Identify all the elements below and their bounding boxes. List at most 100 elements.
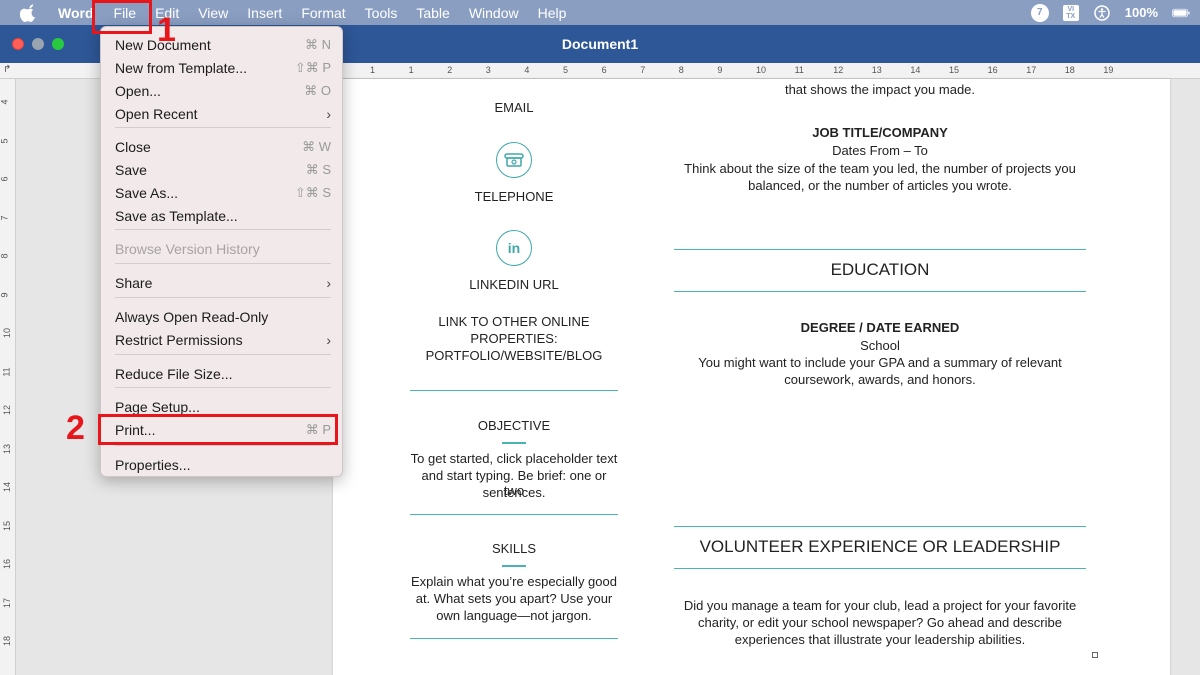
ruler-number: 6 [601, 65, 607, 75]
vruler-number: 18 [2, 635, 13, 647]
job-dates[interactable]: Dates From – To [674, 143, 1086, 158]
other-links-line3[interactable]: PORTFOLIO/WEBSITE/BLOG [410, 348, 618, 363]
file-menu-dropdown: New Document ⌘ N New from Template... ⇧⌘ P O… [100, 26, 343, 477]
experience-text-tail[interactable]: that shows the impact you made. [674, 82, 1086, 97]
menu-item-label: Close [115, 139, 151, 155]
ruler-number: 19 [1103, 65, 1114, 75]
menu-separator [115, 229, 331, 230]
divider [410, 390, 618, 391]
menu-help[interactable]: Help [538, 5, 567, 21]
menu-item-open[interactable]: Open... ⌘ O [115, 81, 331, 101]
volunteer-heading[interactable]: VOLUNTEER EXPERIENCE OR LEADERSHIP [674, 537, 1086, 557]
school-name[interactable]: School [674, 338, 1086, 353]
battery-percentage[interactable]: 100% [1125, 5, 1158, 20]
vruler-number: 11 [1, 366, 12, 377]
annotation-step-1: 1 [157, 11, 176, 49]
job-description-line2[interactable]: balanced, or the number of articles you … [674, 178, 1086, 193]
close-window-button[interactable] [12, 38, 24, 50]
menu-item-label: New from Template... [115, 60, 248, 76]
tab-stop-icon[interactable]: ↱ [3, 64, 11, 75]
submenu-chevron-icon: › [326, 275, 331, 291]
notification-badge-icon[interactable]: 7 [1030, 3, 1049, 22]
education-description-line1[interactable]: You might want to include your GPA and a… [674, 355, 1086, 370]
email-label[interactable]: EMAIL [410, 100, 618, 115]
other-links-line2[interactable]: PROPERTIES: [410, 331, 618, 346]
education-heading[interactable]: EDUCATION [674, 260, 1086, 280]
menu-item-label: Page Setup... [115, 399, 200, 415]
menu-item-label: Share [115, 275, 153, 291]
skills-heading[interactable]: SKILLS [410, 541, 618, 556]
app-name-menu[interactable]: Word [58, 5, 94, 21]
maximize-window-button[interactable] [52, 38, 64, 50]
vertical-ruler[interactable]: 4 5 6 7 8 9 10 11 12 13 14 15 16 17 18 [0, 79, 16, 675]
battery-icon[interactable] [1172, 4, 1190, 22]
volunteer-description-line3[interactable]: experiences that illustrate your leaders… [674, 632, 1086, 647]
menu-separator [115, 297, 331, 298]
ruler-number: 2 [447, 65, 453, 75]
menu-item-shortcut: ⌘ W [302, 139, 331, 154]
menu-item-close[interactable]: Close ⌘ W [115, 137, 331, 157]
volunteer-description-line2[interactable]: charity, or edit your school newspaper? … [674, 615, 1086, 630]
annotation-step-2: 2 [66, 409, 85, 447]
divider [410, 638, 618, 639]
vruler-number: 8 [0, 253, 10, 259]
text-anchor-handle[interactable] [1092, 652, 1098, 658]
menu-item-new-document[interactable]: New Document ⌘ N [115, 35, 331, 55]
vruler-number: 4 [0, 99, 10, 105]
vruler-number: 17 [2, 597, 13, 608]
menu-window[interactable]: Window [469, 5, 519, 21]
skills-text-line1[interactable]: Explain what you’re especially good [410, 574, 618, 589]
objective-heading[interactable]: OBJECTIVE [410, 418, 618, 433]
menu-item-browse-version-history: Browse Version History [115, 239, 331, 259]
menu-insert[interactable]: Insert [247, 5, 282, 21]
menu-format[interactable]: Format [301, 5, 345, 21]
degree-title[interactable]: DEGREE / DATE EARNED [674, 320, 1086, 335]
menu-item-save-as[interactable]: Save As... ⇧⌘ S [115, 183, 331, 203]
objective-text-line1[interactable]: To get started, click placeholder text [410, 451, 618, 466]
vruler-number: 15 [2, 520, 13, 531]
ruler-number: 8 [678, 65, 684, 75]
skills-text-line3[interactable]: own language—not jargon. [410, 608, 618, 623]
menu-item-reduce-file-size[interactable]: Reduce File Size... [115, 364, 331, 384]
menu-item-share[interactable]: Share › [115, 273, 331, 293]
other-links-line1[interactable]: LINK TO OTHER ONLINE [410, 314, 618, 329]
status-area: 7 VI TX 100% [1030, 0, 1190, 25]
menu-item-label: Properties... [115, 457, 191, 473]
menu-item-always-open-read-only[interactable]: Always Open Read-Only [115, 307, 331, 327]
ruler-number: 5 [563, 65, 569, 75]
menu-item-label: Save as Template... [115, 208, 238, 224]
menu-item-new-from-template[interactable]: New from Template... ⇧⌘ P [115, 58, 331, 78]
menu-item-shortcut: ⌘ O [304, 83, 331, 98]
menu-item-shortcut: ⇧⌘ S [294, 185, 331, 200]
minimize-window-button[interactable] [32, 38, 44, 50]
ruler-number: 16 [987, 65, 998, 75]
skills-text-line2[interactable]: at. What sets you apart? Use your [410, 591, 618, 606]
menu-tools[interactable]: Tools [365, 5, 398, 21]
menu-table[interactable]: Table [416, 5, 449, 21]
input-source-icon[interactable]: VI TX [1062, 4, 1079, 21]
linkedin-label[interactable]: LINKEDIN URL [410, 277, 618, 292]
menu-view[interactable]: View [198, 5, 228, 21]
menu-item-label: Open... [115, 83, 161, 99]
menu-item-save-as-template[interactable]: Save as Template... [115, 206, 331, 226]
education-description-line2[interactable]: coursework, awards, and honors. [674, 372, 1086, 387]
menu-item-label: Save As... [115, 185, 179, 201]
volunteer-description-line1[interactable]: Did you manage a team for your club, lea… [674, 598, 1086, 613]
menu-item-restrict-permissions[interactable]: Restrict Permissions › [115, 330, 331, 350]
vruler-number: 5 [0, 137, 10, 144]
objective-text-line3[interactable]: sentences. [410, 485, 618, 500]
ruler-number: 1 [370, 65, 376, 75]
menu-item-save[interactable]: Save ⌘ S [115, 160, 331, 180]
section-rule [674, 568, 1086, 569]
menu-item-open-recent[interactable]: Open Recent › [115, 104, 331, 124]
job-description-line1[interactable]: Think about the size of the team you led… [674, 161, 1086, 176]
vruler-number: 6 [0, 176, 10, 182]
accessibility-icon[interactable] [1093, 4, 1111, 22]
menu-item-shortcut: ⇧⌘ P [294, 60, 331, 75]
telephone-label[interactable]: TELEPHONE [410, 189, 618, 204]
menu-item-properties[interactable]: Properties... [115, 455, 331, 475]
apple-logo-icon[interactable] [20, 3, 38, 22]
job-title[interactable]: JOB TITLE/COMPANY [674, 125, 1086, 140]
menu-item-label: Save [115, 162, 147, 178]
heading-underline [502, 565, 526, 567]
